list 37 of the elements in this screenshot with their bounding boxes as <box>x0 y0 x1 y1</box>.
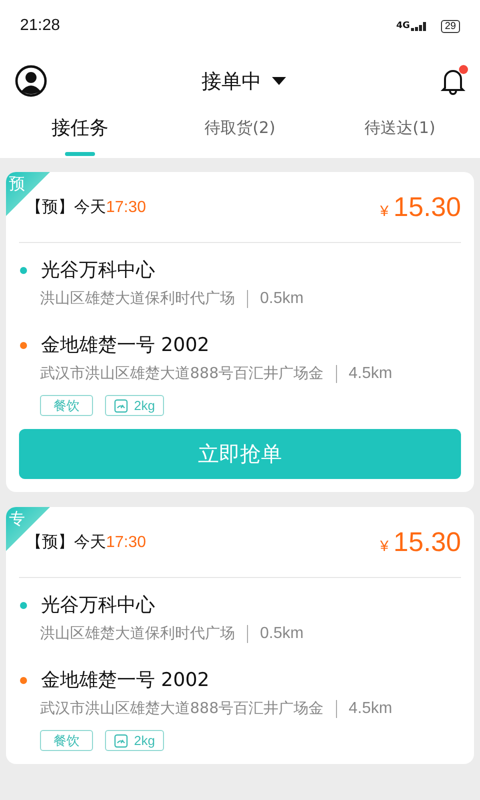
schedule-time: 【预】今天17:30 <box>26 532 146 552</box>
bell-icon[interactable] <box>440 67 466 95</box>
pickup-dot-icon <box>20 266 27 274</box>
weight-tag: 2kg <box>105 395 164 416</box>
tab[interactable]: 待取货(2) <box>160 110 320 158</box>
tab[interactable]: 待送达(1) <box>320 110 480 158</box>
corner-label: 专 <box>9 509 25 530</box>
dropoff-address: 武汉市洪山区雄楚大道888号百汇井广场金 <box>40 699 324 718</box>
pickup-dot-icon <box>20 602 27 608</box>
caret-icon <box>272 77 286 85</box>
avatar-icon[interactable] <box>15 65 47 97</box>
corner-label: 预 <box>9 174 25 195</box>
scale-icon <box>114 398 128 412</box>
dropoff-name: 金地雄楚一号 2002 <box>41 333 210 358</box>
pickup-address: 洪山区雄楚大道保利时代广场 <box>40 289 235 308</box>
weight-tag: 2kg <box>105 730 164 751</box>
schedule-time: 【预】今天17:30 <box>26 196 146 218</box>
category-tag: 餐饮 <box>40 395 93 416</box>
distance: 4.5km <box>348 700 392 718</box>
distance: 0.5km <box>260 290 304 308</box>
dropoff-address: 武汉市洪山区雄楚大道888号百汇井广场金 <box>40 364 324 383</box>
distance: 4.5km <box>348 364 392 382</box>
distance: 0.5km <box>260 624 304 642</box>
battery-icon: 29 <box>440 20 460 32</box>
dropoff-dot-icon <box>20 676 27 684</box>
pickup-name: 光谷万科中心 <box>41 593 155 618</box>
status-dropdown[interactable]: 接单中 <box>202 68 286 94</box>
category-tag: 餐饮 <box>40 730 93 751</box>
dropoff-name: 金地雄楚一号 2002 <box>41 668 210 693</box>
scale-icon <box>114 734 128 748</box>
pickup-address: 洪山区雄楚大道保利时代广场 <box>40 624 235 643</box>
pickup-name: 光谷万科中心 <box>41 258 155 283</box>
order-price: ¥ 15.30 <box>380 526 461 558</box>
status-time: 21:28 <box>20 17 60 35</box>
dropoff-dot-icon <box>20 342 27 348</box>
order-price: ¥ 15.30 <box>380 192 461 222</box>
tab[interactable]: 接任务 <box>0 110 160 158</box>
